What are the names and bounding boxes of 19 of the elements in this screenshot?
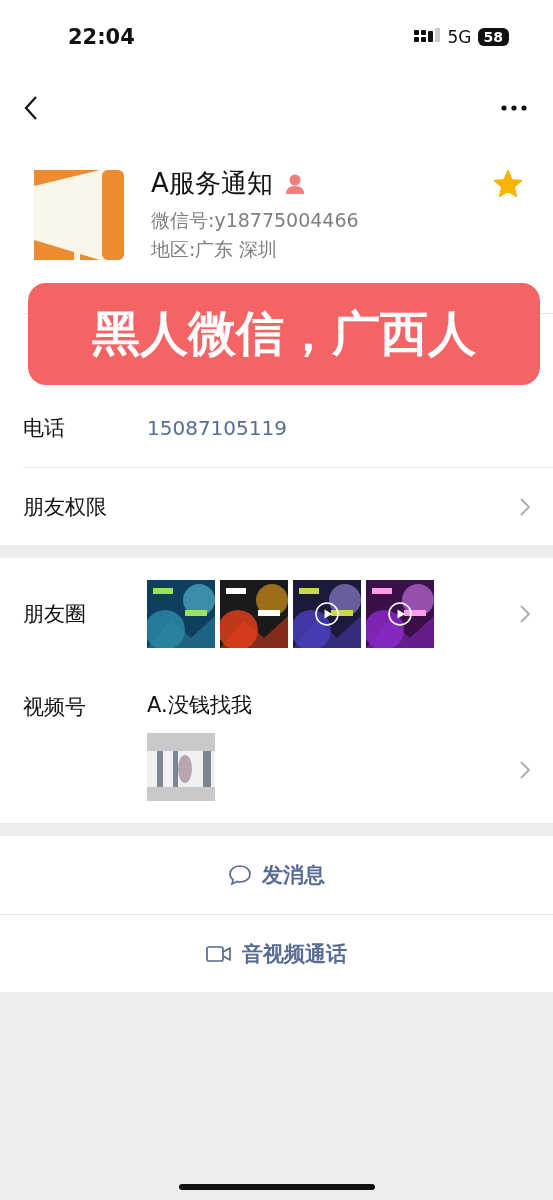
- region-text: 地区:广东 深圳: [151, 237, 279, 262]
- row-label: 朋友权限: [23, 493, 108, 521]
- person-icon: [284, 172, 305, 195]
- phone-number[interactable]: 15087105119: [147, 416, 287, 440]
- channel-name: A.没钱找我: [147, 692, 252, 719]
- contact-name: A服务通知: [151, 167, 273, 200]
- video-camera-icon: [206, 944, 232, 963]
- status-time: 22:04: [68, 25, 135, 49]
- overlay-banner: 黑人微信，广西人: [28, 283, 540, 385]
- row-label: 朋友圈: [23, 600, 87, 628]
- chat-bubble-icon: [228, 864, 252, 886]
- more-icon[interactable]: [501, 104, 527, 111]
- row-label: 视频号: [23, 694, 87, 721]
- wechat-id: 微信号:y18775004466: [151, 208, 359, 233]
- back-icon[interactable]: [24, 94, 38, 121]
- star-icon[interactable]: [493, 169, 523, 199]
- battery-indicator: 58: [477, 28, 509, 46]
- row-label: 电话: [23, 415, 66, 442]
- network-label: 5G: [447, 27, 472, 47]
